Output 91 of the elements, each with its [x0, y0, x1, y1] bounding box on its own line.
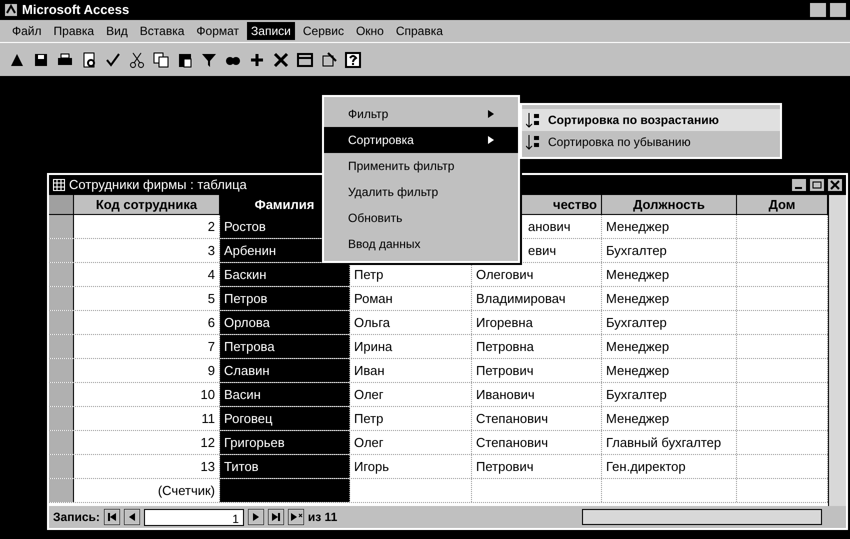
table-cell: Главный бухгалтер — [602, 431, 737, 454]
table-cell: Олег — [350, 431, 472, 454]
table-cell: Титов — [220, 455, 350, 478]
table-cell: Славин — [220, 359, 350, 382]
help-icon[interactable] — [344, 50, 362, 68]
menu-item[interactable]: Записи — [247, 22, 295, 40]
record-selector[interactable] — [49, 287, 74, 310]
submenu-arrow-icon — [488, 110, 494, 118]
record-selector[interactable] — [49, 311, 74, 334]
table-cell: Менеджер — [602, 335, 737, 358]
table-cell: Игоревна — [472, 311, 602, 334]
menu-item[interactable]: Правка — [50, 22, 98, 40]
table-cell: Васин — [220, 383, 350, 406]
menu-item[interactable]: Применить фильтр — [324, 153, 518, 179]
table-window-title: Сотрудники фирмы : таблица — [69, 176, 247, 194]
delete-record-icon[interactable] — [272, 50, 290, 68]
table-cell: Петр — [350, 407, 472, 430]
window-title: Microsoft Access — [22, 1, 130, 20]
table-cell: Иван — [350, 359, 472, 382]
table-cell: Менеджер — [602, 359, 737, 382]
submenu-arrow-icon — [488, 136, 494, 144]
table-cell: Олег — [350, 383, 472, 406]
record-selector[interactable] — [49, 479, 74, 502]
menu-item[interactable]: Вставка — [136, 22, 188, 40]
record-selector[interactable] — [49, 383, 74, 406]
menu-item[interactable]: Сортировка — [324, 127, 518, 153]
table-cell: Менеджер — [602, 263, 737, 286]
menu-item[interactable]: Окно — [352, 22, 388, 40]
table-cell: Орлова — [220, 311, 350, 334]
record-selector[interactable] — [49, 215, 74, 238]
record-selector[interactable] — [49, 335, 74, 358]
table-cell: Петрова — [220, 335, 350, 358]
record-selector[interactable] — [49, 455, 74, 478]
record-selector[interactable] — [49, 359, 74, 382]
select-all-box[interactable] — [49, 195, 74, 214]
table-cell: Петрович — [472, 455, 602, 478]
record-selector[interactable] — [49, 431, 74, 454]
copy-icon[interactable] — [152, 50, 170, 68]
app-icon — [4, 3, 18, 17]
table-cell: Бухгалтер — [602, 239, 737, 262]
last-record-icon[interactable] — [268, 509, 284, 525]
table-cell: Игорь — [350, 455, 472, 478]
next-record-icon[interactable] — [248, 509, 264, 525]
table-cell: Ольга — [350, 311, 472, 334]
record-label: Запись: — [53, 509, 100, 526]
record-number-field[interactable]: 1 — [144, 508, 244, 526]
record-count: из 11 — [308, 509, 338, 526]
vertical-scrollbar[interactable] — [828, 195, 846, 506]
sort-icon — [526, 134, 540, 150]
table-cell: Григорьев — [220, 431, 350, 454]
table-icon — [53, 179, 65, 191]
new-object-icon[interactable] — [320, 50, 338, 68]
record-selector[interactable] — [49, 239, 74, 262]
spelling-icon[interactable] — [104, 50, 122, 68]
menu-item[interactable]: Сортировка по убыванию — [522, 131, 780, 153]
record-selector[interactable] — [49, 407, 74, 430]
table-cell: Петровна — [472, 335, 602, 358]
previous-record-icon[interactable] — [124, 509, 140, 525]
database-window-icon[interactable] — [296, 50, 314, 68]
table-cell: Роман — [350, 287, 472, 310]
new-record-icon[interactable] — [288, 509, 304, 525]
menu-item[interactable]: Вид — [102, 22, 132, 40]
record-selector[interactable] — [49, 263, 74, 286]
table-cell: Ген.директор — [602, 455, 737, 478]
menu-item[interactable]: Сервис — [298, 22, 348, 40]
table-cell: Менеджер — [602, 407, 737, 430]
sort-icon — [526, 112, 540, 128]
table-cell: Бухгалтер — [602, 311, 737, 334]
table-cell: Степанович — [472, 431, 602, 454]
table-cell: Менеджер — [602, 215, 737, 238]
menu-item[interactable]: Справка — [392, 22, 447, 40]
cut-icon[interactable] — [128, 50, 146, 68]
table-cell: Иванович — [472, 383, 602, 406]
menu-item[interactable]: Формат — [192, 22, 244, 40]
table-cell: Петров — [220, 287, 350, 310]
table-cell: Роговец — [220, 407, 350, 430]
restore-icon[interactable] — [810, 179, 824, 191]
table-cell: Менеджер — [602, 287, 737, 310]
table-cell: Баскин — [220, 263, 350, 286]
table-cell: Ирина — [350, 335, 472, 358]
close-icon[interactable] — [828, 179, 842, 191]
table-cell: Владимировач — [472, 287, 602, 310]
table-cell: Степанович — [472, 407, 602, 430]
menu-item[interactable]: Файл — [8, 22, 46, 40]
horizontal-scrollbar[interactable] — [582, 509, 822, 525]
table-cell: Бухгалтер — [602, 383, 737, 406]
first-record-icon[interactable] — [104, 509, 120, 525]
minimize-icon[interactable] — [792, 179, 806, 191]
menu-item[interactable]: Фильтр — [324, 101, 518, 127]
menu-item[interactable]: Сортировка по возрастанию — [522, 109, 780, 131]
table-cell: Петрович — [472, 359, 602, 382]
